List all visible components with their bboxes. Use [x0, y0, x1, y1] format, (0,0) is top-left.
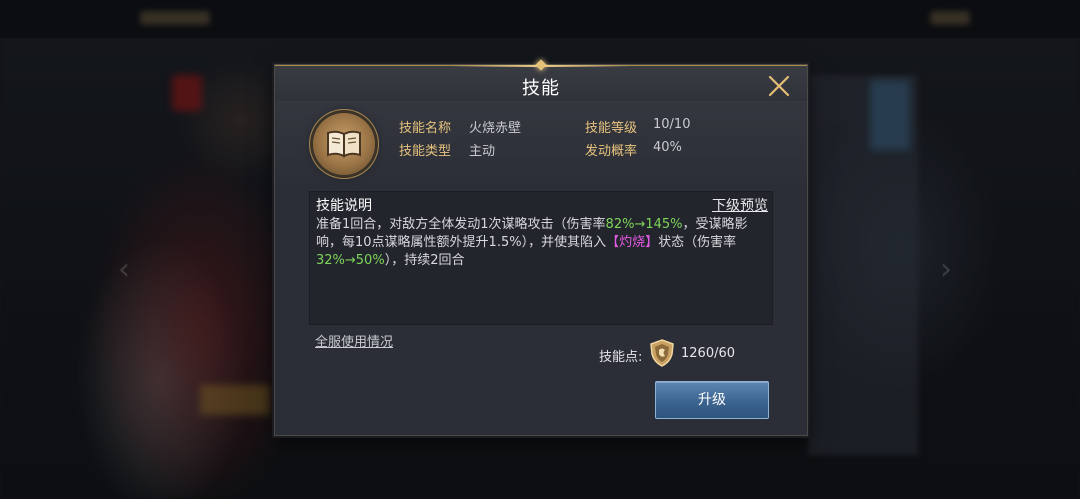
skill-points-label: 技能点: [599, 350, 643, 365]
skill-level-value: 10/10 [653, 117, 691, 132]
close-button[interactable] [767, 74, 791, 98]
server-usage-link[interactable]: 全服使用情况 [315, 331, 393, 350]
skill-chance-label: 发动概率 [585, 144, 638, 159]
desc-segment: ），持续2回合 [384, 253, 465, 268]
description-text: 准备1回合，对敌方全体发动1次谋略攻击（伤害率82%→145%，受谋略影响，每1… [316, 216, 768, 270]
skill-description-box: 技能说明 下级预览 准备1回合，对敌方全体发动1次谋略攻击（伤害率82%→145… [309, 191, 773, 325]
skill-name-value: 火烧赤壁 [469, 121, 522, 136]
desc-segment: 状态（伤害率 [658, 235, 737, 250]
dialog-title: 技能 [522, 78, 560, 99]
desc-burn-rate: 32%→50% [316, 253, 385, 268]
close-icon [768, 75, 790, 97]
upgrade-button[interactable]: 升级 [655, 381, 769, 419]
desc-segment: 准备1回合，对敌方全体发动1次谋略攻击（伤害率 [316, 217, 606, 232]
skill-level-label: 技能等级 [585, 121, 638, 136]
skill-type-label: 技能类型 [399, 144, 452, 159]
next-level-preview-link[interactable]: 下级预览 [712, 195, 768, 215]
skill-points-value: 1260/60 [681, 346, 736, 361]
skill-icon [313, 113, 375, 175]
skill-name-label: 技能名称 [399, 121, 452, 136]
shield-coin-icon [649, 339, 675, 371]
skill-chance-value: 40% [653, 140, 682, 155]
desc-status-effect: 【灼烧】 [606, 235, 659, 250]
dialog-header: 技能 [275, 59, 807, 102]
description-title: 技能说明 [316, 198, 372, 214]
skill-dialog: 技能 技能名称 火烧赤壁 技能类型 主动 技能等级 10/10 发动概率 40%… [274, 59, 808, 436]
skill-type-value: 主动 [469, 144, 496, 159]
book-icon [327, 130, 361, 158]
desc-damage-rate: 82%→145% [605, 217, 683, 232]
